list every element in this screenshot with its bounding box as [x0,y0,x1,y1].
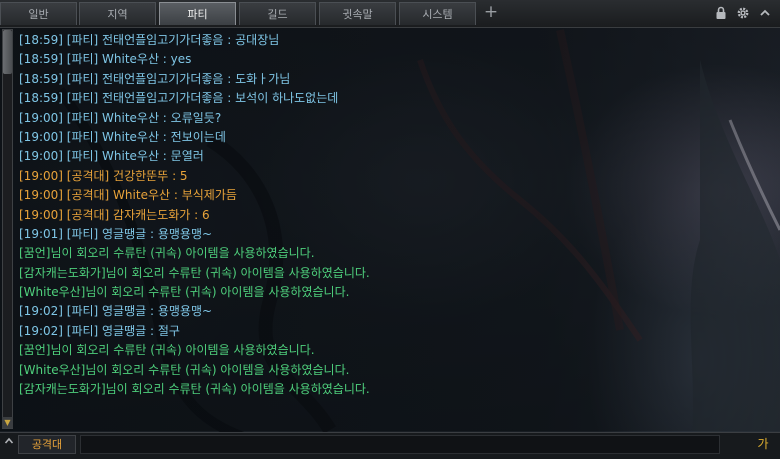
system-message: [감자캐는도화가]님이 회오리 수류탄 (귀속) 아이템을 사용하였습니다. [19,382,370,397]
ime-indicator[interactable]: 가 [752,434,774,454]
system-message: [꿈언]님이 회오리 수류탄 (귀속) 아이템을 사용하였습니다. [19,246,315,261]
chevron-up-icon[interactable] [2,436,16,452]
chat-input[interactable] [80,435,720,454]
triangle-down-icon[interactable]: ▼ [2,417,13,428]
chat-message: [19:00] [파티] White우산 : 오류일듯? [19,110,222,125]
chat-message: [18:59] [파티] 전태언플임고기가더좋음 : 보석이 하나도없는데 [19,91,339,106]
tab-general[interactable]: 일반 [0,2,77,25]
chat-message: [19:00] [공격대] 감자캐는도화가 : 6 [19,207,210,222]
lock-icon[interactable] [714,6,728,20]
chat-message: [19:00] [파티] White우산 : 문열러 [19,149,204,164]
chat-message: [19:02] [파티] 영글땡글 : 용맹용맹~ [19,304,213,319]
chat-scroll-thumb[interactable] [3,30,12,74]
chat-channel-selector[interactable]: 공격대 [18,435,76,454]
chat-message: [18:59] [파티] 전태언플임고기가더좋음 : 공대장님 [19,33,280,47]
system-message: [감자캐는도화가]님이 회오리 수류탄 (귀속) 아이템을 사용하였습니다. [19,265,370,280]
chevron-up-icon[interactable] [758,6,772,20]
chat-message: [19:02] [파티] 영글땡글 : 절구 [19,323,180,338]
tab-system[interactable]: 시스템 [399,2,476,25]
tab-guild[interactable]: 길드 [239,2,316,25]
system-message: [White우산]님이 회오리 수류탄 (귀속) 아이템을 사용하였습니다. [19,285,350,300]
chat-message: [19:01] [파티] 영글땡글 : 용맹용맹~ [19,226,213,241]
system-message: [꿈언]님이 회오리 수류탄 (귀속) 아이템을 사용하였습니다. [19,343,315,358]
chat-message: [18:59] [파티] 전태언플임고기가더좋음 : 도화ㅏ가님 [19,71,291,86]
chat-message: [18:59] [파티] White우산 : yes [19,52,192,67]
chat-message: [19:00] [공격대] White우산 : 부식제가듬 [19,188,237,203]
add-tab-button[interactable]: + [480,2,502,25]
system-message: [White우산]님이 회오리 수류탄 (귀속) 아이템을 사용하였습니다. [19,362,350,377]
tab-party[interactable]: 파티 [159,2,236,25]
chat-tab-bar: 일반 지역 파티 길드 귓속말 시스템 + [0,0,780,28]
chat-message: [19:00] [공격대] 건강한뚠뚜 : 5 [19,168,188,183]
gear-icon[interactable] [736,6,750,20]
tab-local[interactable]: 지역 [79,2,156,25]
tab-whisper[interactable]: 귓속말 [319,2,396,25]
chat-message: [19:00] [파티] White우산 : 전보이는데 [19,129,226,144]
chat-scrollbar[interactable] [2,29,13,429]
chat-messages: [18:59] [파티] 전태언플임고기가더좋음 : 공대장님 [18:59] … [19,31,759,399]
